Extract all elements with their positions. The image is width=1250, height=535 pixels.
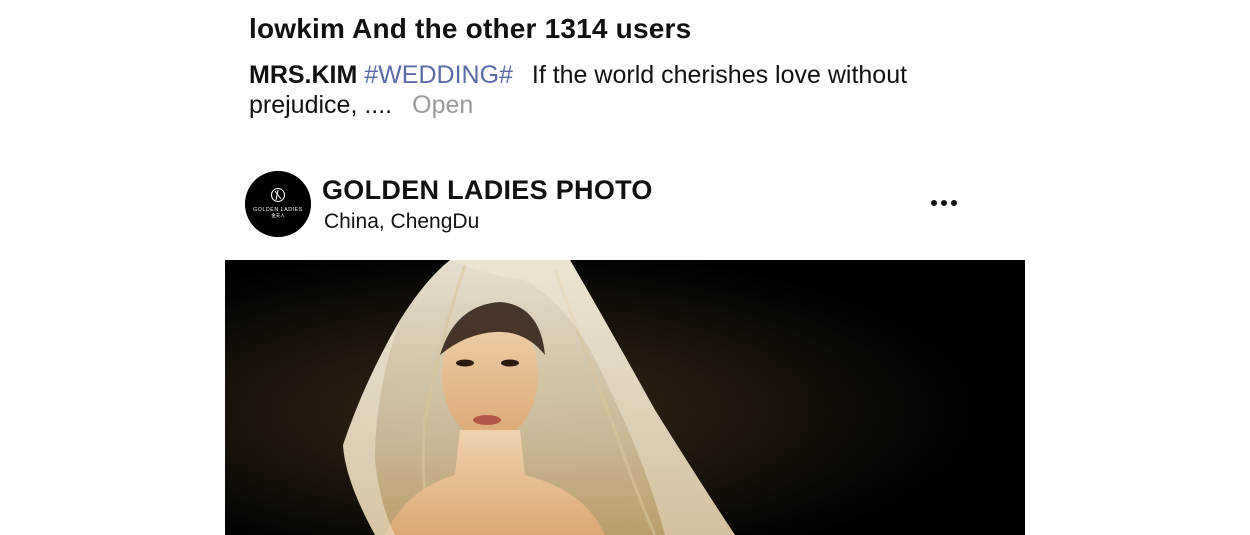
- more-options-button[interactable]: [927, 191, 961, 215]
- more-horizontal-icon: [941, 200, 947, 206]
- account-name[interactable]: GOLDEN LADIES PHOTO: [322, 175, 653, 206]
- avatar[interactable]: GOLDEN LADIES 金夫人: [245, 171, 311, 237]
- post-location[interactable]: China, ChengDu: [324, 210, 479, 234]
- avatar-logo-text: GOLDEN LADIES: [253, 207, 303, 213]
- more-horizontal-icon: [931, 200, 937, 206]
- golden-ladies-logo-icon: GOLDEN LADIES 金夫人: [245, 171, 311, 237]
- feed-page: lowkim And the other 1314 users MRS.KIM …: [0, 0, 1250, 535]
- likes-summary[interactable]: lowkim And the other 1314 users: [249, 13, 691, 45]
- post-header: GOLDEN LADIES 金夫人 GOLDEN LADIES PHOTO Ch…: [245, 171, 961, 237]
- post-photo[interactable]: [225, 260, 1025, 535]
- post-caption: MRS.KIM #WEDDING# If the world cherishes…: [249, 60, 949, 120]
- caption-author[interactable]: MRS.KIM: [249, 61, 357, 89]
- more-horizontal-icon: [951, 200, 957, 206]
- caption-open-link[interactable]: Open: [412, 91, 473, 119]
- caption-hashtag[interactable]: #WEDDING#: [364, 61, 513, 89]
- bride-with-veil-photo: [225, 260, 1025, 535]
- avatar-logo-subtext: 金夫人: [271, 212, 285, 219]
